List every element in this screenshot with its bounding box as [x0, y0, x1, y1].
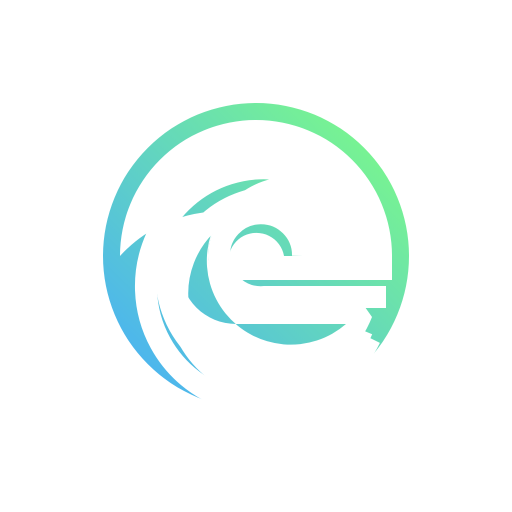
- spiral-e-logo-icon: [103, 103, 409, 416]
- app-icon-canvas: [0, 0, 512, 512]
